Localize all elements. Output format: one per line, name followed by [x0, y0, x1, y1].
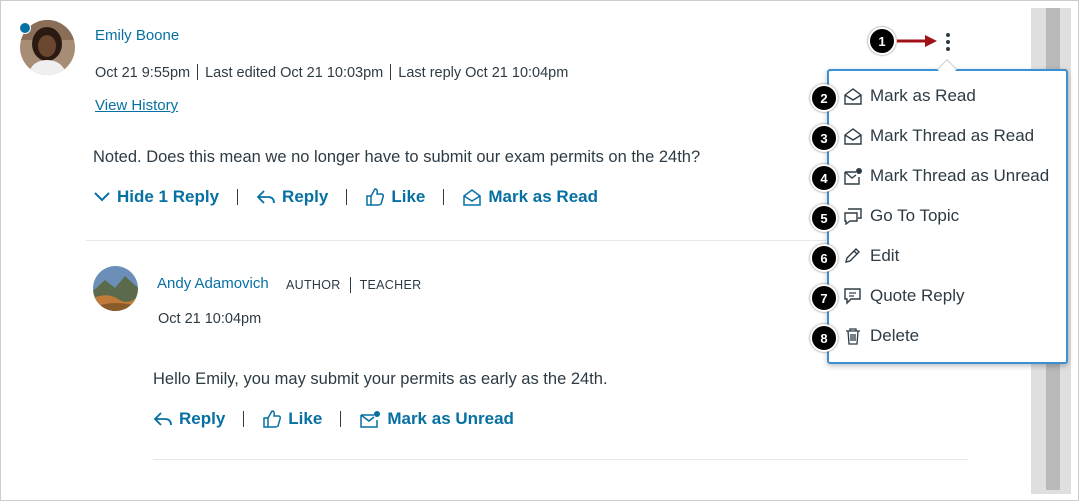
post-last-reply: Last reply Oct 21 10:04pm	[398, 65, 569, 81]
reply-label: Reply	[282, 187, 329, 206]
post-last-edited: Last edited Oct 21 10:03pm	[205, 65, 384, 81]
callout-1: 1	[868, 27, 896, 55]
post-author-link[interactable]: Emily Boone	[95, 27, 179, 44]
menu-item-label: Mark Thread as Read	[870, 126, 1035, 145]
like-label: Like	[391, 187, 426, 206]
thread-divider	[86, 240, 826, 241]
menu-item-label: Delete	[870, 326, 920, 345]
reply-arrow-icon	[256, 190, 275, 204]
options-menu-button[interactable]	[939, 30, 957, 54]
reply-button[interactable]: Reply	[153, 409, 225, 429]
menu-item-mark-as-read[interactable]: Mark as Read	[843, 86, 976, 106]
quote-icon	[844, 288, 861, 305]
menu-item-label: Mark as Read	[870, 86, 976, 105]
reply-divider	[153, 459, 968, 460]
menu-item-edit[interactable]: Edit	[843, 246, 899, 266]
callout-5: 5	[810, 204, 838, 232]
hide-replies-button[interactable]: Hide 1 Reply	[93, 187, 219, 207]
avatar[interactable]	[93, 266, 138, 311]
trash-icon	[846, 328, 860, 345]
action-separator	[340, 411, 342, 427]
reply-roles: AUTHOR TEACHER	[286, 277, 421, 293]
mark-as-read-button[interactable]: Mark as Read	[462, 187, 598, 207]
reply-button[interactable]: Reply	[256, 187, 328, 207]
menu-item-label: Quote Reply	[870, 286, 965, 305]
menu-item-quote-reply[interactable]: Quote Reply	[843, 286, 965, 306]
unread-indicator	[19, 22, 31, 34]
menu-item-go-to-topic[interactable]: Go To Topic	[843, 206, 959, 226]
action-separator	[346, 189, 348, 205]
menu-item-delete[interactable]: Delete	[843, 326, 919, 346]
callout-2: 2	[810, 84, 838, 112]
post-meta: Oct 21 9:55pm Last edited Oct 21 10:03pm L…	[95, 64, 568, 81]
reply-actions: Reply Like Mark as Unread	[153, 409, 514, 429]
action-separator	[243, 411, 245, 427]
thumbs-up-icon	[263, 410, 282, 428]
callout-6: 6	[810, 244, 838, 272]
callout-4: 4	[810, 164, 838, 192]
author-role-badge: AUTHOR	[286, 278, 341, 292]
mark-as-unread-button[interactable]: Mark as Unread	[359, 409, 514, 429]
envelope-open-icon	[463, 189, 482, 206]
pencil-icon	[845, 248, 860, 263]
view-history-link[interactable]: View History	[95, 97, 178, 114]
action-separator	[443, 189, 445, 205]
thumbs-up-icon	[366, 188, 385, 206]
menu-item-label: Go To Topic	[870, 206, 960, 225]
envelope-unread-icon	[360, 411, 381, 428]
menu-item-mark-thread-unread[interactable]: Mark Thread as Unread	[843, 166, 1049, 186]
reply-author-link[interactable]: Andy Adamovich	[157, 275, 269, 292]
menu-item-label: Mark Thread as Unread	[870, 166, 1050, 185]
reply-message: Hello Emily, you may submit your permits…	[153, 370, 608, 388]
envelope-open-icon	[844, 128, 862, 145]
teacher-role-badge: TEACHER	[359, 278, 422, 292]
callout-3: 3	[810, 124, 838, 152]
callout-8: 8	[810, 324, 838, 352]
post-message: Noted. Does this mean we no longer have …	[93, 148, 701, 166]
envelope-unread-icon	[844, 168, 862, 185]
envelope-open-icon	[844, 88, 862, 105]
reply-label: Reply	[179, 409, 226, 428]
post-actions: Hide 1 Reply Reply Like Mark as Read	[93, 187, 598, 207]
menu-item-mark-thread-read[interactable]: Mark Thread as Read	[843, 126, 1034, 146]
mark-as-unread-label: Mark as Unread	[387, 409, 514, 428]
mark-as-read-label: Mark as Read	[488, 187, 598, 206]
annotation-arrow	[897, 35, 937, 47]
reply-timestamp: Oct 21 10:04pm	[158, 311, 262, 327]
menu-item-label: Edit	[870, 246, 900, 265]
callout-7: 7	[810, 284, 838, 312]
chevron-down-icon	[94, 192, 110, 202]
hide-replies-label: Hide 1 Reply	[117, 187, 220, 206]
like-button[interactable]: Like	[365, 187, 425, 207]
reply-arrow-icon	[153, 412, 172, 426]
like-label: Like	[288, 409, 323, 428]
post-timestamp: Oct 21 9:55pm	[95, 65, 191, 81]
discussion-icon	[844, 208, 862, 225]
like-button[interactable]: Like	[262, 409, 322, 429]
action-separator	[237, 189, 239, 205]
